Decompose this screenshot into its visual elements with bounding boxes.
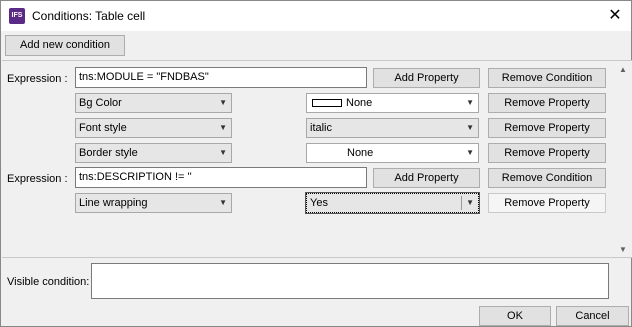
property-value-select[interactable]: Yes ▼ — [305, 192, 480, 214]
add-property-button[interactable]: Add Property — [373, 68, 480, 88]
property-value-select[interactable]: None ▼ — [306, 93, 479, 113]
property-name: Font style — [79, 122, 127, 134]
add-new-condition-button[interactable]: Add new condition — [5, 35, 125, 56]
chevron-down-icon: ▼ — [466, 198, 474, 207]
remove-condition-button[interactable]: Remove Condition — [488, 68, 606, 88]
expression-input[interactable]: tns:DESCRIPTION != '' — [75, 167, 367, 188]
property-value-select[interactable]: italic ▼ — [306, 118, 479, 138]
property-name-select[interactable]: Border style ▼ — [75, 143, 232, 163]
vertical-scrollbar[interactable] — [615, 61, 631, 257]
property-name-select[interactable]: Line wrapping ▼ — [75, 193, 232, 213]
chevron-down-icon: ▼ — [466, 98, 474, 107]
property-name: Line wrapping — [79, 197, 148, 209]
add-property-button[interactable]: Add Property — [373, 168, 480, 188]
property-value: italic — [310, 122, 333, 134]
chevron-down-icon: ▼ — [219, 123, 227, 132]
property-value-select[interactable]: None ▼ — [306, 143, 479, 163]
property-value: Yes — [310, 197, 328, 209]
property-value: None — [347, 147, 374, 159]
chevron-down-icon: ▼ — [219, 198, 227, 207]
property-name-select[interactable]: Font style ▼ — [75, 118, 232, 138]
property-name-select[interactable]: Bg Color ▼ — [75, 93, 232, 113]
chevron-down-icon: ▼ — [219, 148, 227, 157]
scroll-up-icon[interactable]: ▲ — [619, 65, 627, 74]
cancel-button[interactable]: Cancel — [556, 306, 629, 326]
visible-condition-label: Visible condition: — [7, 276, 90, 288]
remove-property-button[interactable]: Remove Property — [488, 118, 606, 138]
app-icon: IFS — [9, 8, 25, 24]
expression-label: Expression : — [7, 173, 68, 185]
remove-condition-button[interactable]: Remove Condition — [488, 168, 606, 188]
conditions-dialog: IFS Conditions: Table cell ✕ Add new con… — [0, 0, 632, 327]
remove-property-button[interactable]: Remove Property — [488, 193, 606, 213]
ok-button[interactable]: OK — [479, 306, 551, 326]
remove-property-button[interactable]: Remove Property — [488, 143, 606, 163]
chevron-down-icon: ▼ — [219, 98, 227, 107]
color-swatch — [312, 99, 342, 107]
remove-property-button[interactable]: Remove Property — [488, 93, 606, 113]
expression-label: Expression : — [7, 73, 68, 85]
close-icon[interactable]: ✕ — [599, 4, 631, 28]
dropdown-separator — [461, 196, 462, 210]
scroll-down-icon[interactable]: ▼ — [619, 245, 627, 254]
chevron-down-icon: ▼ — [466, 148, 474, 157]
visible-condition-input[interactable] — [91, 263, 609, 299]
title-bar: IFS Conditions: Table cell ✕ — [1, 1, 631, 31]
window-title: Conditions: Table cell — [32, 9, 146, 23]
property-name: Bg Color — [79, 97, 122, 109]
expression-input[interactable]: tns:MODULE = "FNDBAS" — [75, 67, 367, 88]
chevron-down-icon: ▼ — [466, 123, 474, 132]
property-name: Border style — [79, 147, 138, 159]
property-value: None — [346, 97, 373, 109]
